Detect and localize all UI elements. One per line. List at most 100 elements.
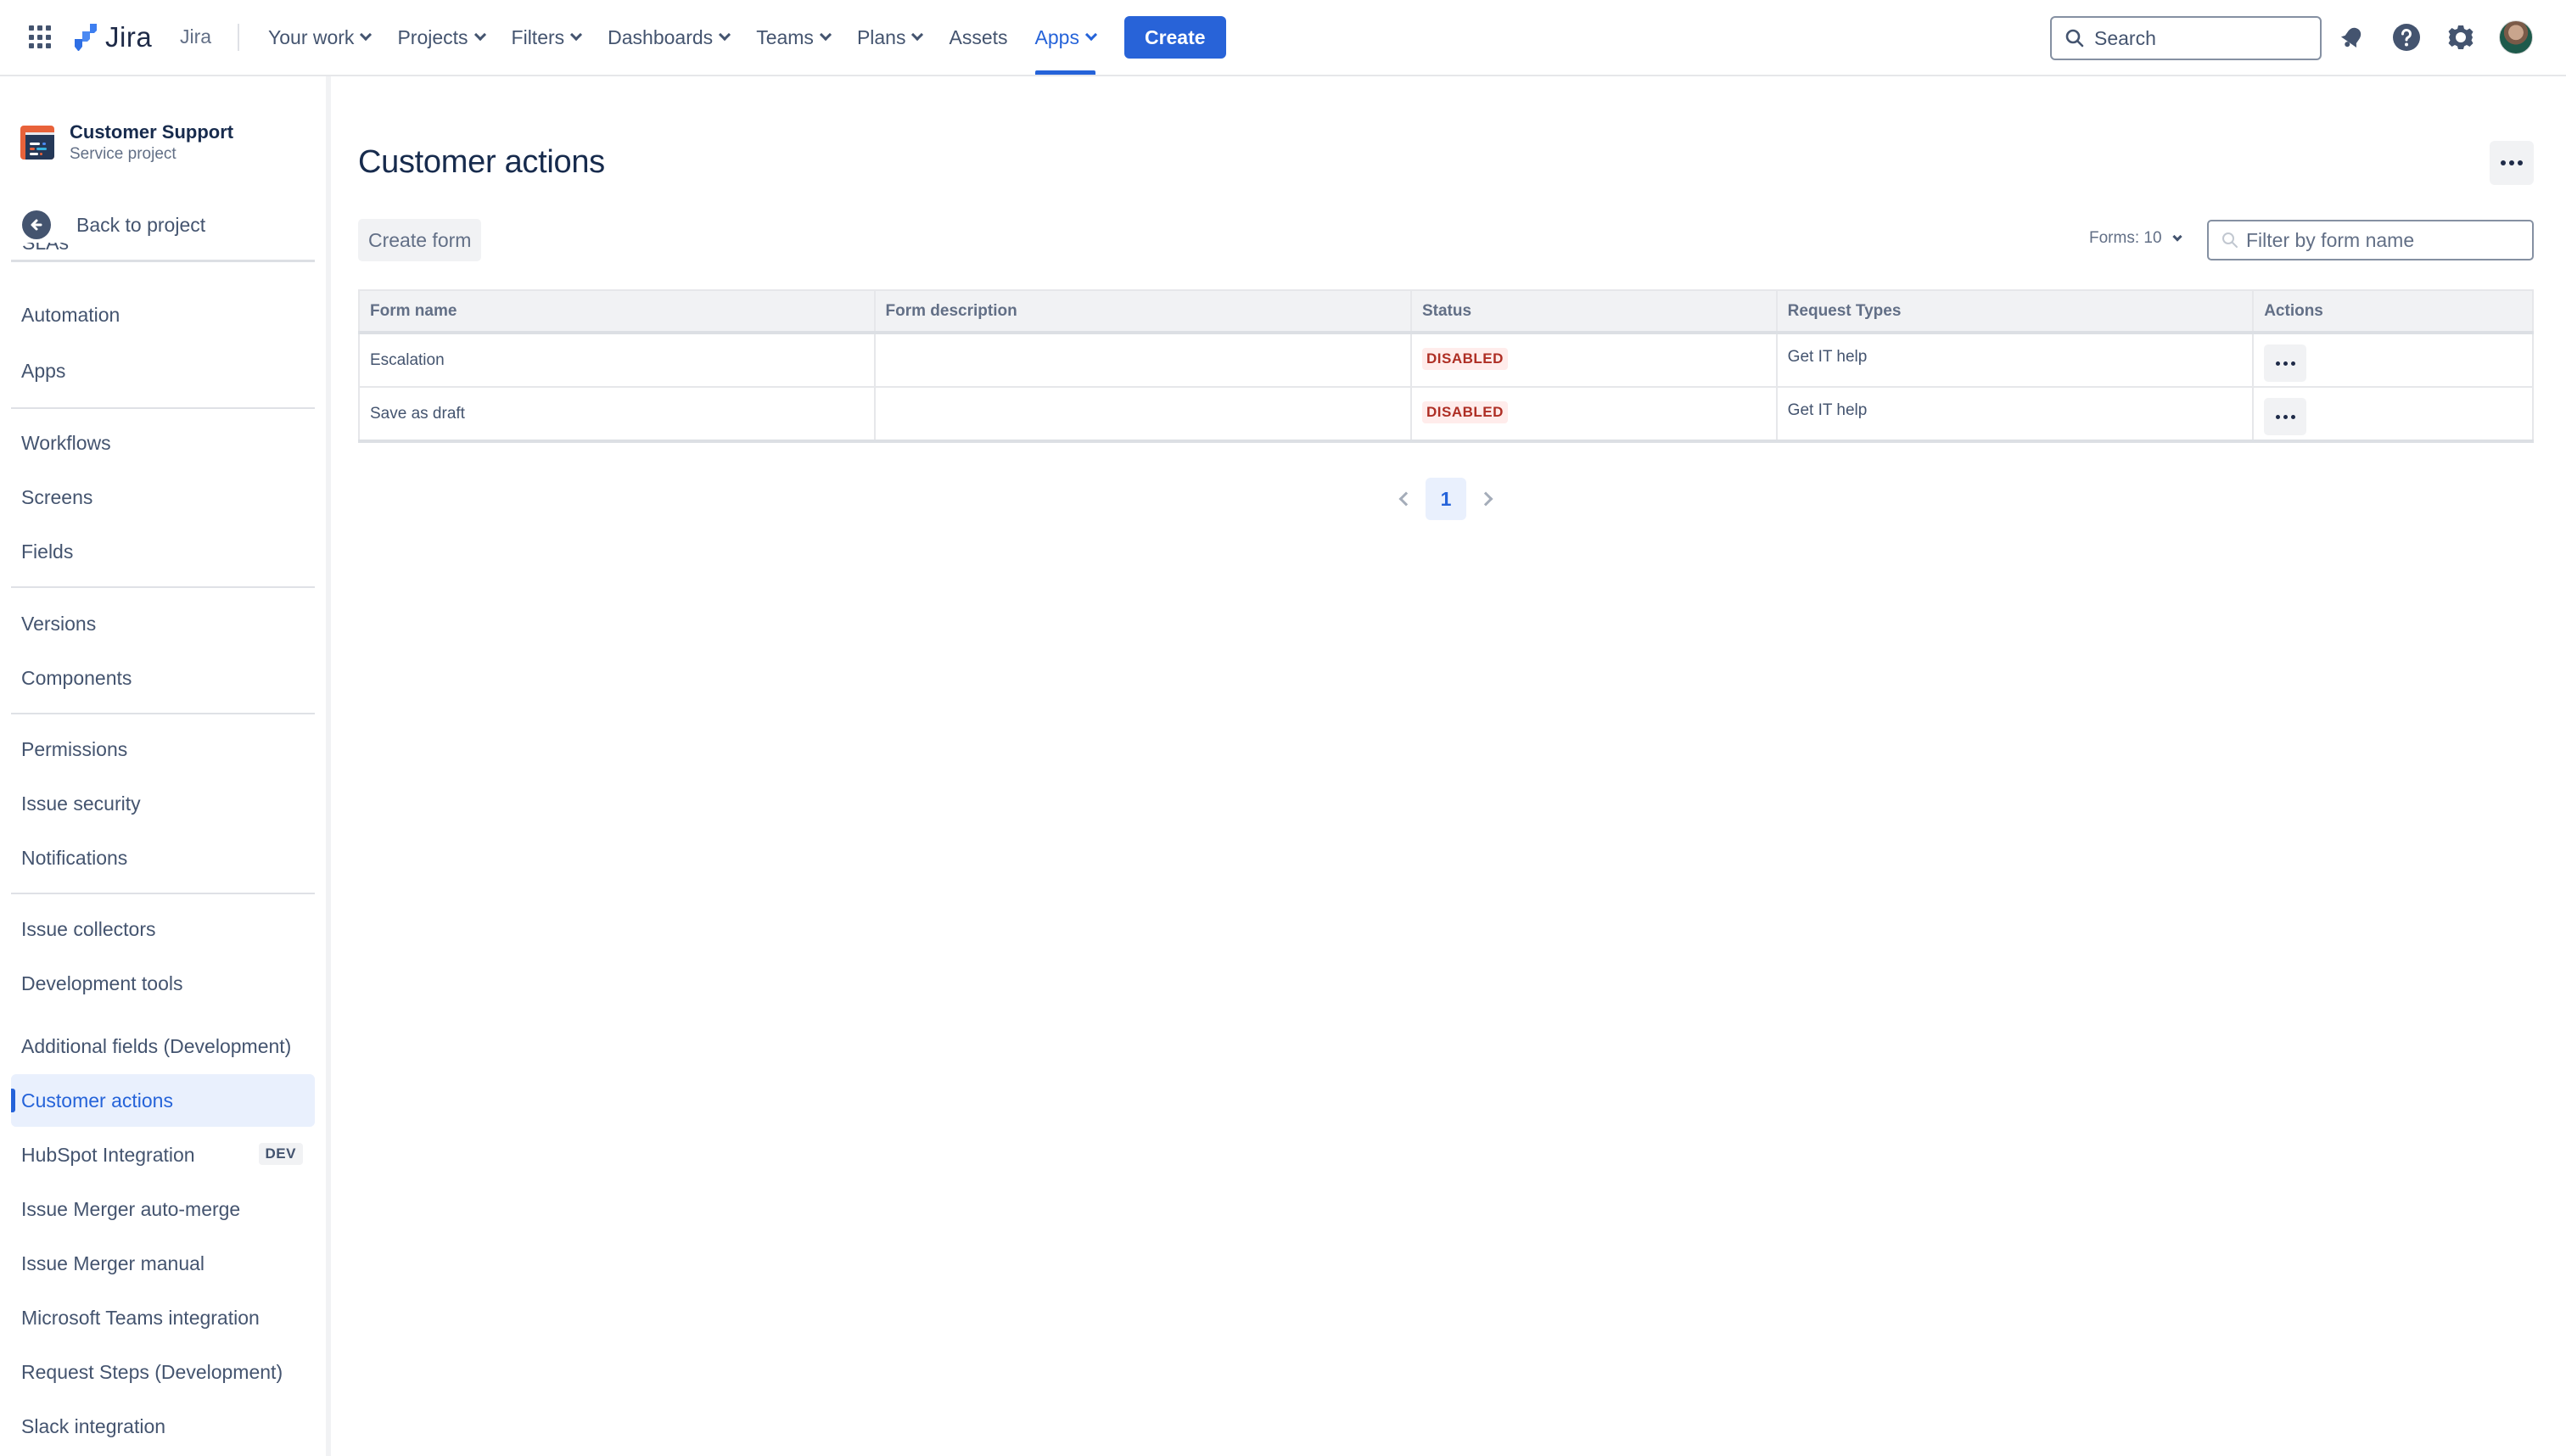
sidebar-item-versions[interactable]: Versions xyxy=(11,597,315,650)
jira-logo-icon xyxy=(75,24,97,51)
sidebar-item-permissions[interactable]: Permissions xyxy=(11,723,315,776)
sidebar-item-label: Microsoft Teams integration xyxy=(21,1306,260,1329)
sidebar-item-slack-integration[interactable]: Slack integration xyxy=(11,1400,315,1453)
sidebar-item-automation[interactable]: Automation xyxy=(11,288,315,341)
table-row[interactable]: Save as draft DISABLED Get IT help xyxy=(359,387,2534,443)
chevron-down-icon xyxy=(2171,231,2182,242)
next-page-button[interactable] xyxy=(1468,479,1509,519)
arrow-left-circle-icon xyxy=(22,210,51,239)
avatar[interactable] xyxy=(2499,20,2533,54)
dev-badge: DEV xyxy=(258,1143,303,1165)
form-name-cell[interactable]: Save as draft xyxy=(359,387,876,443)
sidebar-item-request-steps[interactable]: Request Steps (Development) xyxy=(11,1346,315,1398)
primary-nav: Your work Projects Filters Dashboards Te… xyxy=(255,0,1226,75)
project-name: Customer Support xyxy=(70,121,234,143)
filter-by-form-name-field[interactable] xyxy=(2207,220,2534,260)
sidebar-item-workflows[interactable]: Workflows xyxy=(11,417,315,469)
app-switcher-icon[interactable] xyxy=(29,25,53,49)
table-row[interactable]: Escalation DISABLED Get IT help xyxy=(359,333,2534,388)
search-icon xyxy=(2222,232,2238,248)
sidebar-divider xyxy=(11,586,315,588)
status-badge: DISABLED xyxy=(1421,348,1508,370)
chevron-down-icon xyxy=(911,28,924,42)
sidebar-item-label: Components xyxy=(21,666,132,689)
sidebar-item-issue-security[interactable]: Issue security xyxy=(11,777,315,830)
nav-teams[interactable]: Teams xyxy=(742,0,843,75)
sidebar-item-screens[interactable]: Screens xyxy=(11,471,315,524)
nav-dashboards-label: Dashboards xyxy=(608,25,714,48)
jira-logo-text: Jira xyxy=(105,21,153,53)
form-description-cell xyxy=(874,333,1412,388)
nav-filters-label: Filters xyxy=(511,25,565,48)
nav-filters[interactable]: Filters xyxy=(498,0,595,75)
sidebar-item-issue-collectors[interactable]: Issue collectors xyxy=(11,903,315,955)
create-button[interactable]: Create xyxy=(1123,16,1226,59)
sidebar: Customer Support Service project Back to… xyxy=(0,76,326,1456)
pagination: 1 xyxy=(1383,478,1509,520)
sidebar-item-microsoft-teams-integration[interactable]: Microsoft Teams integration xyxy=(11,1291,315,1344)
filter-by-form-name-input[interactable] xyxy=(2246,228,2518,252)
actions-cell xyxy=(2253,387,2534,443)
form-name-cell[interactable]: Escalation xyxy=(359,333,876,388)
column-header-request-types: Request Types xyxy=(1776,290,2255,334)
page-more-actions-button[interactable] xyxy=(2490,141,2534,185)
previous-page-button[interactable] xyxy=(1383,479,1424,519)
sidebar-item-label: HubSpot Integration xyxy=(21,1143,195,1166)
project-header[interactable]: Customer Support Service project xyxy=(20,120,233,165)
back-to-project-link[interactable]: Back to project xyxy=(22,210,205,239)
forms-table: Form name Form description Status Reques… xyxy=(358,289,2534,443)
sidebar-item-label: Request Steps (Development) xyxy=(21,1360,283,1383)
column-header-actions: Actions xyxy=(2253,290,2534,334)
status-cell: DISABLED xyxy=(1410,333,1778,388)
request-types-cell: Get IT help xyxy=(1776,387,2255,443)
sidebar-item-label: Issue Merger manual xyxy=(21,1252,205,1274)
sidebar-item-issue-merger-auto-merge[interactable]: Issue Merger auto-merge xyxy=(11,1183,315,1235)
sidebar-item-slas-label: SLAs xyxy=(22,243,69,254)
create-form-button[interactable]: Create form xyxy=(358,219,482,261)
sidebar-divider xyxy=(11,713,315,714)
chevron-left-icon xyxy=(1398,491,1414,507)
status-badge: DISABLED xyxy=(1421,401,1508,423)
sidebar-item-issue-merger-manual[interactable]: Issue Merger manual xyxy=(11,1237,315,1290)
settings-icon[interactable] xyxy=(2446,22,2476,53)
forms-per-page-dropdown[interactable]: Forms: 10 xyxy=(2089,229,2182,248)
sidebar-item-label: Workflows xyxy=(21,431,111,454)
chevron-down-icon xyxy=(360,28,373,42)
nav-projects[interactable]: Projects xyxy=(384,0,497,75)
sidebar-item-development-tools[interactable]: Development tools xyxy=(11,957,315,1010)
sidebar-item-customer-actions[interactable]: Customer actions xyxy=(11,1074,315,1127)
search-input[interactable]: Search xyxy=(2050,16,2322,60)
product-name[interactable]: Jira xyxy=(180,25,211,48)
row-actions-button[interactable] xyxy=(2264,398,2307,435)
nav-apps[interactable]: Apps xyxy=(1022,0,1109,75)
sidebar-item-apps[interactable]: Apps xyxy=(11,344,315,397)
chevron-down-icon xyxy=(473,28,486,42)
table-header-row: Form name Form description Status Reques… xyxy=(359,290,2534,334)
sidebar-item-label: Automation xyxy=(21,303,120,326)
nav-assets[interactable]: Assets xyxy=(935,0,1021,75)
sidebar-item-notifications[interactable]: Notifications xyxy=(11,832,315,884)
project-type: Service project xyxy=(70,145,176,163)
sidebar-item-label: Screens xyxy=(21,485,93,508)
sidebar-item-label: Development tools xyxy=(21,972,183,994)
row-actions-button[interactable] xyxy=(2264,344,2307,382)
sidebar-item-fields[interactable]: Fields xyxy=(11,525,315,578)
jira-logo[interactable]: Jira xyxy=(70,20,152,54)
page-button[interactable]: 1 xyxy=(1426,478,1466,520)
sidebar-item-slas-partial[interactable]: SLAs xyxy=(22,243,69,255)
sidebar-item-components[interactable]: Components xyxy=(11,652,315,704)
nav-projects-label: Projects xyxy=(397,25,468,48)
notifications-icon[interactable] xyxy=(2337,22,2367,53)
nav-your-work[interactable]: Your work xyxy=(255,0,384,75)
help-icon[interactable] xyxy=(2391,22,2422,53)
sidebar-item-label: Notifications xyxy=(21,846,128,869)
sidebar-item-label: Apps xyxy=(21,359,66,382)
sidebar-resize-handle[interactable] xyxy=(326,76,331,1456)
sidebar-item-hubspot-integration[interactable]: HubSpot Integration DEV xyxy=(11,1128,315,1181)
top-navigation: Jira Jira Your work Projects Filters Das… xyxy=(0,0,2566,76)
nav-plans[interactable]: Plans xyxy=(843,0,936,75)
sidebar-item-additional-fields[interactable]: Additional fields (Development) xyxy=(11,1020,315,1072)
sidebar-divider xyxy=(11,893,315,894)
nav-assets-label: Assets xyxy=(949,25,1008,48)
nav-dashboards[interactable]: Dashboards xyxy=(594,0,742,75)
